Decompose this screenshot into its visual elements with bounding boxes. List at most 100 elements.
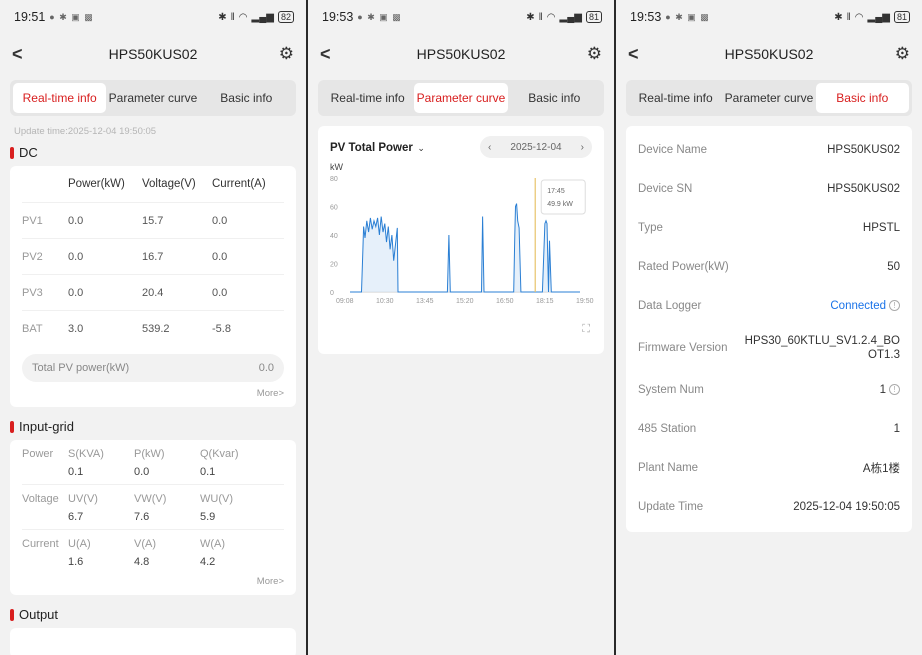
dc-power-value: 0.0 [68,286,84,299]
phone-panel-curve: 19:53 ● ✱ ▣ ▩ ✱ ǁ ◠ ▂▄▆ 81 < HPS50KUS02 ⚙ Rea… [308,0,614,655]
wifi-icon: ◠ [238,11,248,23]
info-value: 1 [893,422,900,435]
vibrate-icon: ǁ [230,11,235,23]
section-title-input-grid: Input-grid [19,419,74,434]
status-bar: 19:51 ● ✱ ▣ ▩ ✱ ǁ ◠ ▂▄▆ 82 [0,0,306,34]
back-arrow-icon[interactable]: < [12,44,36,65]
section-marker [10,608,14,621]
next-date-arrow-icon[interactable]: › [581,142,584,153]
tab-basic-info[interactable]: Basic info [815,83,909,113]
tab-bar: Real-time info Parameter curve Basic inf… [626,80,912,116]
section-title-dc: DC [19,145,38,160]
wifi-icon: ◠ [854,11,864,23]
chart-card: PV Total Power ⌄ ‹ 2025-12-04 › kW 80 60 4… [318,126,604,354]
tab-basic-info[interactable]: Basic info [508,83,601,113]
y-tick-label: 40 [330,233,338,240]
tab-parameter-curve[interactable]: Parameter curve [722,83,815,113]
dc-row-pv1: PV1 0.0 15.7 0.0 [22,202,284,238]
status-bar: 19:53 ● ✱ ▣ ▩ ✱ ǁ ◠ ▂▄▆ 81 [308,0,614,34]
info-row: Data Logger Connected! [638,286,900,325]
dc-more-link[interactable]: More> [22,386,284,407]
status-bar: 19:53 ● ✱ ▣ ▩ ✱ ǁ ◠ ▂▄▆ 81 [616,0,922,34]
tooltip-value: 49.9 kW [547,201,573,208]
dc-current-value: 0.0 [212,250,228,263]
dc-card: Power(kW) Voltage(V) Current(A) PV1 0.0 … [10,166,296,407]
date-picker: ‹ 2025-12-04 › [480,136,592,158]
dc-col-voltage: Voltage(V) [142,178,196,190]
tab-realtime-info[interactable]: Real-time info [629,83,722,113]
info-value: HPS50KUS02 [827,143,900,156]
grid-row-power: Power S(KVA) 0.1 P(kW) 0.0 Q(Kvar) 0.1 [22,440,284,484]
phone-panel-realtime: 19:51 ● ✱ ▣ ▩ ✱ ǁ ◠ ▂▄▆ 82 < HPS50KUS02 ⚙ Rea… [0,0,306,655]
x-tick-label: 10:30 [376,298,394,305]
chevron-down-icon: ⌄ [417,143,425,153]
grid-row-current: Current U(A) 1.6 V(A) 4.8 W(A) 4.2 [22,529,284,574]
grid-value: 4.8 [134,556,150,568]
info-value: 50 [887,260,900,273]
dc-row-label: PV2 [22,250,43,263]
dc-power-value: 0.0 [68,250,84,263]
total-pv-power: Total PV power(kW) 0.0 [22,354,284,382]
prev-date-arrow-icon[interactable]: ‹ [488,142,491,153]
settings-gear-icon[interactable]: ⚙ [886,44,910,64]
page-title: HPS50KUS02 [108,46,198,62]
pv-power-chart[interactable]: 80 60 40 20 009:08 10:30 13:45 15:20 16:50 18:15 1… [330,174,594,314]
grid-key: Q(Kvar) [200,448,239,460]
info-row: Device Name HPS50KUS02 [638,130,900,169]
grid-key: VW(V) [134,493,167,505]
info-label: Firmware Version [638,341,728,354]
grid-value: 0.1 [200,466,216,478]
info-icon[interactable]: ! [889,383,900,395]
metric-name: PV Total Power [330,142,413,154]
fullscreen-icon[interactable]: ⛶ [582,323,590,336]
settings-gear-icon[interactable]: ⚙ [270,44,294,64]
tab-basic-info[interactable]: Basic info [200,83,293,113]
x-tick-label: 18:15 [536,298,554,305]
settings-gear-icon[interactable]: ⚙ [578,44,602,64]
x-tick-label: 16:50 [496,298,514,305]
bluetooth-icon: ✱ [218,11,227,23]
grid-row-voltage: Voltage UV(V) 6.7 VW(V) 7.6 WU(V) 5.9 [22,484,284,529]
total-pv-power-value: 0.0 [258,362,274,374]
info-value: HPS30_60KTLU_SV1.2.4_BOOT1.3 [744,334,900,361]
tab-realtime-info[interactable]: Real-time info [13,83,107,113]
tab-bar: Real-time info Parameter curve Basic inf… [10,80,296,116]
page-title: HPS50KUS02 [416,46,506,62]
info-row: Device SN HPS50KUS02 [638,169,900,208]
tooltip-box [540,179,586,215]
status-time: 19:53 [630,10,662,24]
dc-col-power: Power(kW) [68,178,125,190]
metric-selector[interactable]: PV Total Power ⌄ [330,138,425,156]
dc-col-current: Current(A) [212,178,266,190]
section-marker [10,146,14,159]
basic-info-card: Device Name HPS50KUS02 Device SN HPS50KUS02… [626,126,912,532]
input-grid-more-link[interactable]: More> [22,574,284,595]
info-row: Plant Name A栋1楼 [638,448,900,487]
back-arrow-icon[interactable]: < [320,44,344,65]
battery-indicator: 81 [893,11,910,23]
info-label: Type [638,221,663,234]
dc-voltage-value: 15.7 [142,214,164,227]
y-tick-label: 80 [330,176,338,183]
tab-parameter-curve[interactable]: Parameter curve [414,83,508,113]
back-arrow-icon[interactable]: < [628,44,652,65]
grid-value: 4.2 [200,556,216,568]
date-value[interactable]: 2025-12-04 [510,142,561,153]
grid-row-label: Power [22,448,54,460]
info-label: Device Name [638,143,708,156]
tab-parameter-curve[interactable]: Parameter curve [106,83,199,113]
info-icon[interactable]: ! [889,299,900,311]
dc-row-label: BAT [22,322,43,335]
dc-current-value: 0.0 [212,214,228,227]
info-value: A栋1楼 [862,462,900,475]
grid-key: U(A) [68,538,91,550]
info-row: System Num 1! [638,370,900,409]
info-value: Connected! [830,300,900,312]
dc-power-value: 0.0 [68,214,84,227]
dc-header-row: Power(kW) Voltage(V) Current(A) [22,166,284,202]
signal-icon: ▂▄▆ [559,11,582,23]
tab-realtime-info[interactable]: Real-time info [321,83,414,113]
dc-power-value: 3.0 [68,322,84,335]
series-area [350,203,580,292]
dc-voltage-value: 16.7 [142,250,164,263]
